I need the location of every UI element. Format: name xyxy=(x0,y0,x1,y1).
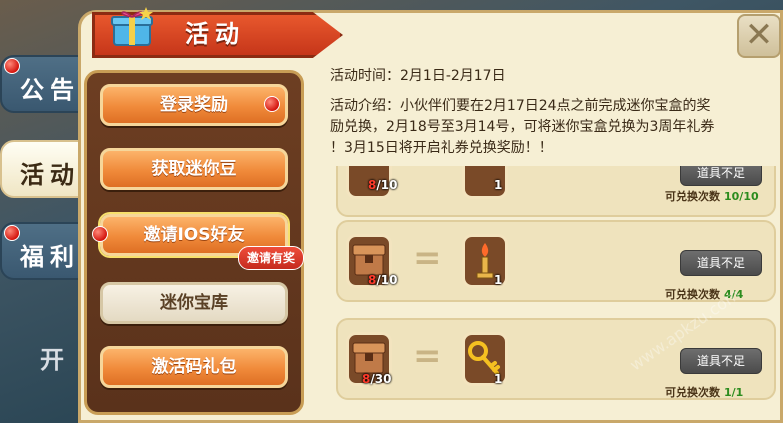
tab-event-label: 活动 xyxy=(20,161,80,189)
tab-partial-label: 开 xyxy=(40,346,64,374)
login-reward-red-dot-icon xyxy=(264,96,280,112)
row2-cost: 8/10 xyxy=(368,273,398,287)
tab-welfare-label: 福利 xyxy=(20,243,80,271)
invite-red-dot-icon xyxy=(92,226,108,242)
row3-exchange-button[interactable]: 道具不足 xyxy=(680,348,762,374)
equals-icon: = xyxy=(413,238,442,278)
menu-mini-treasury-label: 迷你宝库 xyxy=(160,293,228,313)
tab-event[interactable]: 活动 xyxy=(0,140,88,198)
menu-get-mini-beans-label: 获取迷你豆 xyxy=(151,159,237,179)
row2-exchange-button[interactable]: 道具不足 xyxy=(680,250,762,276)
row1-cost: 8/10 xyxy=(368,178,398,192)
row3-exchange-count: 可兑换次数 1/1 xyxy=(665,386,744,399)
menu-login-reward[interactable]: 登录奖励 xyxy=(100,84,288,126)
row3-cost: 8/30 xyxy=(362,372,392,386)
menu-get-mini-beans[interactable]: 获取迷你豆 xyxy=(100,148,288,190)
close-button[interactable]: ✕ xyxy=(737,14,781,58)
menu-activation-code-gift[interactable]: 激活码礼包 xyxy=(100,346,288,388)
row1-exchange-count: 可兑换次数 10/10 xyxy=(665,190,759,203)
menu-login-reward-label: 登录奖励 xyxy=(160,95,228,115)
event-desc-line-3: ！3月15日将开启礼券兑换奖励！！ xyxy=(330,140,553,156)
tab-notice-label: 公告 xyxy=(20,76,80,104)
gift-box-icon xyxy=(111,7,153,46)
event-desc-line-2: 励兑换，2月18号至3月14号，可将迷你宝盒兑换为3周年礼券 xyxy=(330,119,715,135)
event-time: 活动时间：2月1日-2月17日 xyxy=(330,68,506,84)
event-desc-line-1: 活动介绍：小伙伴们要在2月17日24点之前完成迷你宝盒的奖 xyxy=(330,98,711,114)
row3-reward-count: 1 xyxy=(494,372,503,386)
equals-icon: = xyxy=(413,336,442,376)
menu-mini-treasury[interactable]: 迷你宝库 xyxy=(100,282,288,324)
invite-reward-badge: 邀请有奖 xyxy=(238,246,305,270)
row2-reward-count: 1 xyxy=(494,273,503,287)
row1-reward-count: 1 xyxy=(494,178,503,192)
menu-activation-code-gift-label: 激活码礼包 xyxy=(151,357,237,377)
welfare-red-dot-icon xyxy=(4,225,20,241)
notice-red-dot-icon xyxy=(4,58,20,74)
panel-title: 活动 xyxy=(185,20,245,48)
